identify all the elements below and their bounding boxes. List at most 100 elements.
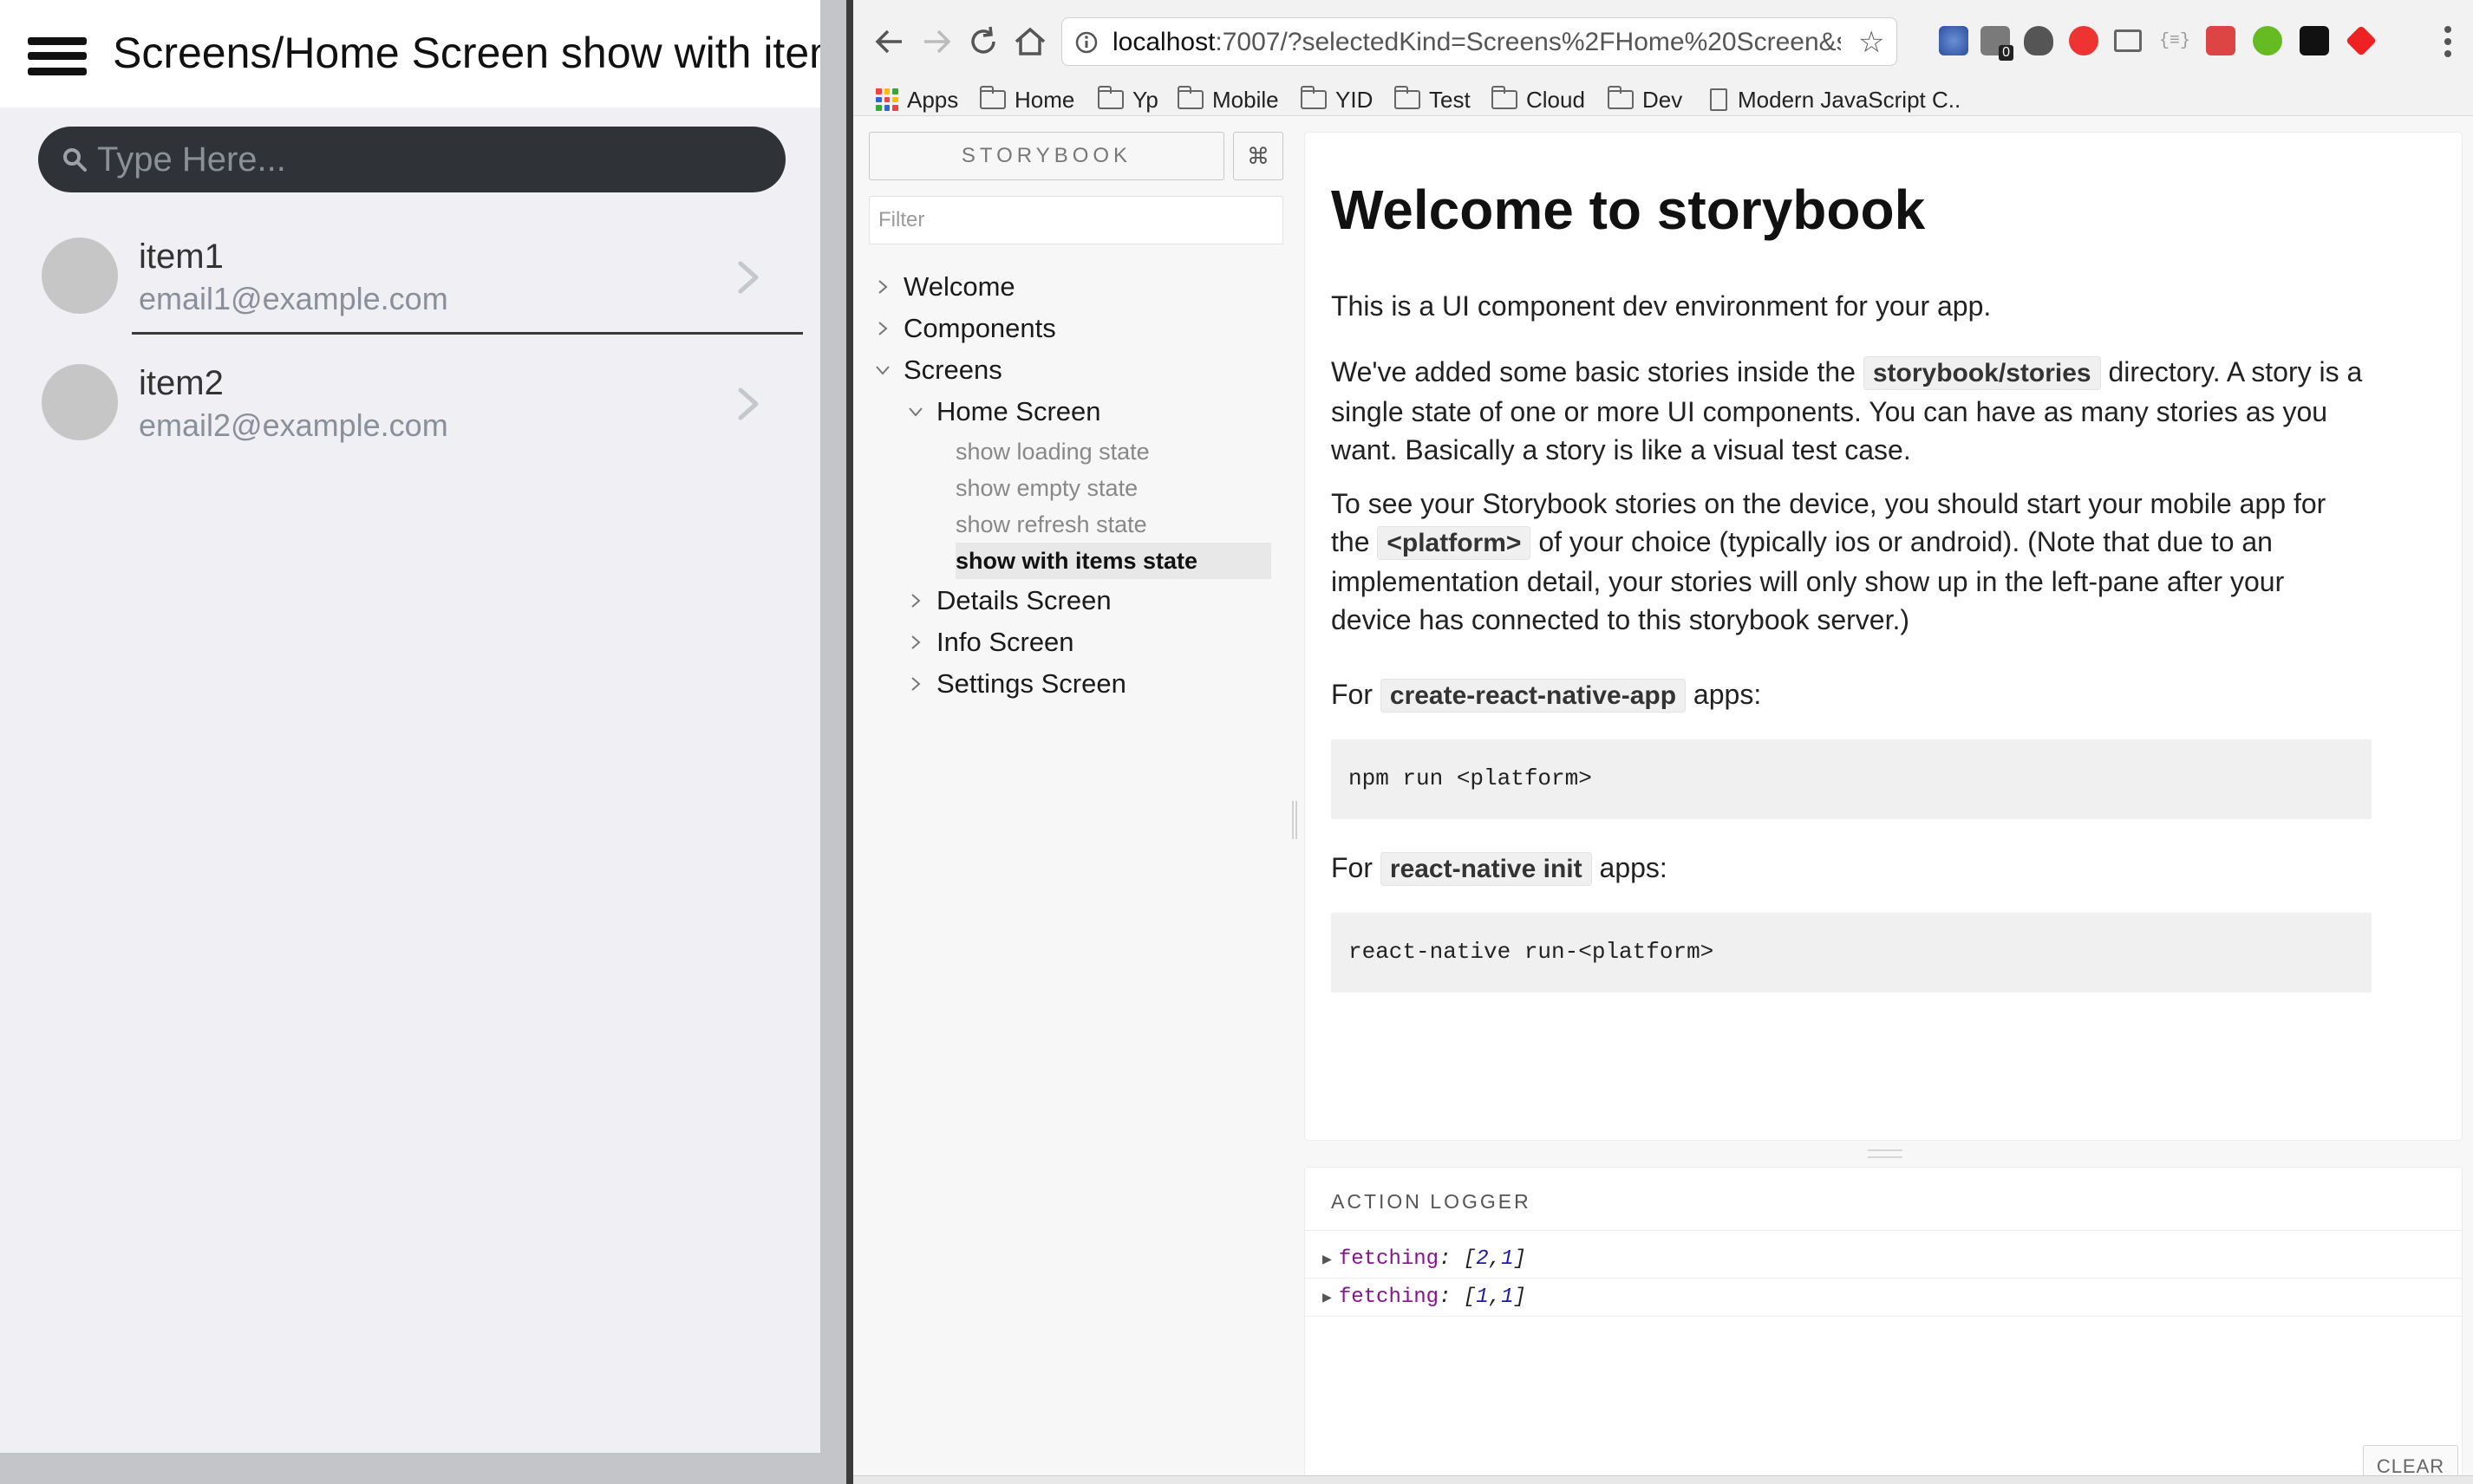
list-item-subtitle: email2@example.com — [139, 407, 448, 443]
bookmark-folder[interactable]: Test — [1394, 83, 1471, 116]
bookmark-label: Dev — [1642, 86, 1683, 113]
chevron-down-icon — [876, 366, 890, 375]
url-text[interactable]: localhost:7007/?selectedKind=Screens%2FH… — [1113, 28, 1841, 57]
list-item-title: item1 — [139, 238, 224, 276]
address-bar[interactable]: localhost:7007/?selectedKind=Screens%2FH… — [1061, 17, 1897, 66]
reload-icon[interactable] — [964, 23, 1002, 61]
code-block: react-native run-<platform> — [1331, 913, 2372, 993]
extension-json-icon[interactable]: {≡} — [2159, 31, 2190, 61]
search-bar[interactable] — [38, 127, 786, 192]
extension-ghostery-icon[interactable]: 0 — [1980, 26, 2013, 61]
bookmark-label: Modern JavaScript C.. — [1738, 86, 1961, 113]
tree-label: Welcome — [904, 271, 1015, 302]
bookmark-label: YID — [1335, 86, 1374, 113]
preview-paragraph: For create-react-native-app apps: — [1331, 675, 2372, 715]
app-header: Screens/Home Screen show with item — [0, 0, 820, 107]
window-edge — [846, 0, 853, 1484]
log-entry[interactable]: ▶ fetching: [1, 1] — [1305, 1279, 2462, 1317]
tree-item-welcome[interactable]: Welcome — [876, 267, 1015, 307]
bookmark-apps[interactable]: Apps — [876, 83, 958, 116]
folder-icon — [1394, 86, 1420, 109]
list-item-subtitle: email1@example.com — [139, 281, 448, 316]
bookmark-label: Cloud — [1526, 86, 1585, 113]
back-icon[interactable] — [871, 23, 909, 61]
forward-icon[interactable] — [917, 23, 956, 61]
panel-resize-handle[interactable] — [1868, 1149, 1902, 1158]
page-viewport: STORYBOOK ⌘ Welcome Components Screens H… — [853, 116, 2473, 1484]
bookmark-folder[interactable]: Cloud — [1491, 83, 1585, 116]
expand-triangle-icon[interactable]: ▶ — [1322, 1250, 1332, 1269]
preview-paragraph: For react-native init apps: — [1331, 849, 2372, 888]
search-input[interactable] — [95, 133, 754, 186]
browser-menu-icon[interactable] — [2444, 24, 2452, 59]
story-show-with-items-state[interactable]: show with items state — [956, 543, 1271, 579]
window-gutter — [820, 0, 846, 1484]
extension-git-icon[interactable] — [2345, 24, 2378, 57]
bookmark-folder[interactable]: Yp — [1098, 83, 1158, 116]
tree-item-screens[interactable]: Screens — [876, 350, 1002, 390]
tree-item-details-screen[interactable]: Details Screen — [909, 581, 1112, 621]
bookmark-star-icon[interactable]: ☆ — [1858, 25, 1884, 60]
extension-react-icon[interactable] — [2300, 26, 2329, 55]
extension-evernote-icon[interactable] — [2024, 26, 2053, 55]
story-preview-pane: Welcome to storybook This is a UI compon… — [1304, 132, 2463, 1141]
bookmark-label: Test — [1429, 86, 1471, 113]
extension-globe-icon[interactable] — [1939, 26, 1968, 55]
bookmark-label: Yp — [1132, 86, 1158, 113]
bookmarks-bar: Apps Home Yp Mobile YID Test Cloud Dev M… — [853, 83, 2473, 116]
extension-red-icon[interactable] — [2206, 26, 2235, 55]
preview-title: Welcome to storybook — [1331, 179, 1926, 241]
preview-paragraph: This is a UI component dev environment f… — [1331, 290, 1992, 322]
tree-item-components[interactable]: Components — [876, 309, 1056, 348]
list-item[interactable]: item1 email1@example.com — [0, 224, 820, 348]
storybook-brand-button[interactable]: STORYBOOK — [869, 132, 1224, 180]
bookmark-folder[interactable]: YID — [1301, 83, 1373, 116]
extension-opera-icon[interactable] — [2069, 26, 2098, 55]
story-show-empty-state[interactable]: show empty state — [956, 470, 1138, 506]
extension-green-icon[interactable] — [2253, 26, 2282, 55]
tree-label: Home Screen — [936, 396, 1101, 426]
hamburger-menu-icon[interactable] — [28, 37, 87, 75]
bookmark-folder[interactable]: Home — [980, 83, 1074, 116]
shortcuts-button[interactable]: ⌘ — [1233, 132, 1283, 180]
folder-icon — [1491, 86, 1517, 109]
chevron-right-icon — [911, 635, 921, 649]
chevron-right-icon — [738, 261, 759, 294]
chevron-right-icon — [911, 677, 921, 691]
tree-item-home-screen[interactable]: Home Screen — [909, 392, 1101, 432]
chevron-right-icon — [878, 280, 888, 294]
chevron-right-icon — [738, 387, 759, 420]
code-block: npm run <platform> — [1331, 739, 2372, 819]
preview-paragraph: To see your Storybook stories on the dev… — [1331, 488, 2326, 635]
bookmark-label: Apps — [907, 86, 959, 113]
bookmark-folder[interactable]: Dev — [1608, 83, 1682, 116]
list-item[interactable]: item2 email2@example.com — [0, 350, 820, 475]
cast-icon[interactable] — [2114, 29, 2142, 52]
bookmark-page[interactable]: Modern JavaScript C.. — [1710, 83, 1961, 116]
folder-icon — [1608, 86, 1634, 109]
log-entry[interactable]: ▶ fetching: [2, 1] — [1305, 1240, 2462, 1279]
sidebar-resize-handle[interactable] — [1292, 801, 1297, 839]
tree-item-settings-screen[interactable]: Settings Screen — [909, 664, 1126, 704]
home-icon[interactable] — [1011, 23, 1049, 61]
info-icon[interactable] — [1074, 30, 1099, 55]
folder-icon — [980, 86, 1006, 109]
avatar — [42, 238, 118, 314]
filter-input[interactable] — [869, 196, 1283, 244]
expand-triangle-icon[interactable]: ▶ — [1322, 1288, 1332, 1307]
bookmark-folder[interactable]: Mobile — [1178, 83, 1279, 116]
tree-label: Components — [904, 313, 1056, 343]
inline-code: storybook/stories — [1863, 356, 2101, 390]
list-divider — [132, 332, 803, 335]
tree-label: Details Screen — [936, 585, 1112, 615]
preview-paragraph: We've added some basic stories inside th… — [1331, 356, 2363, 465]
avatar — [42, 364, 118, 440]
story-show-refresh-state[interactable]: show refresh state — [956, 506, 1147, 543]
tree-item-info-screen[interactable]: Info Screen — [909, 622, 1074, 662]
chevron-down-icon — [909, 407, 923, 417]
list-item-title: item2 — [139, 364, 224, 402]
action-logger-title: ACTION LOGGER — [1331, 1190, 1531, 1213]
app-header-title: Screens/Home Screen show with item — [113, 29, 820, 77]
story-show-loading-state[interactable]: show loading state — [956, 433, 1150, 470]
chevron-right-icon — [911, 594, 921, 608]
